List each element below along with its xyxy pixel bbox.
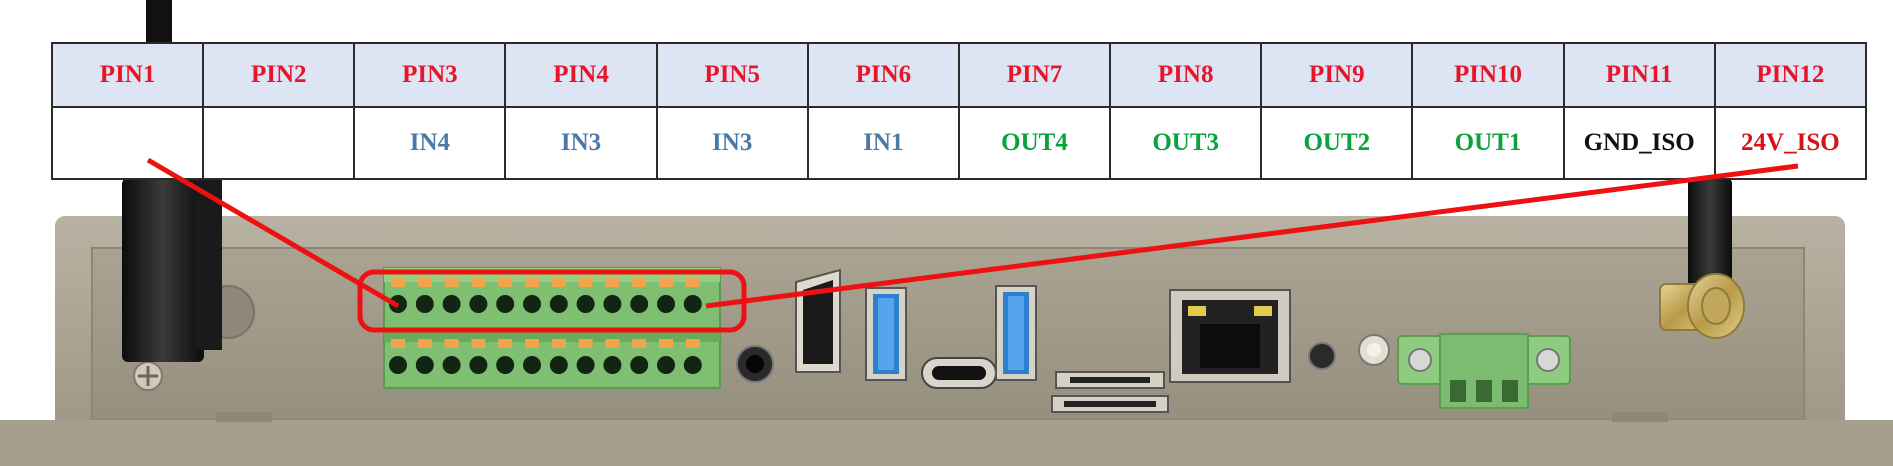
terminal-release-tab (551, 278, 566, 287)
terminal-pin-hole (496, 295, 515, 313)
terminal-release-tab (659, 339, 673, 348)
terminal-pin-hole (576, 295, 595, 313)
terminal-block (383, 267, 721, 389)
sim-slot (1055, 371, 1165, 389)
terminal-release-tab (417, 278, 432, 287)
terminal-release-tab (605, 339, 620, 348)
terminal-pin-hole (442, 295, 461, 313)
power-button (1358, 334, 1390, 366)
pin-header-row: PIN1 PIN2 PIN3 PIN4 PIN5 PIN6 PIN7 PIN8 … (50, 42, 1868, 108)
terminal-release-tab (551, 339, 566, 348)
led-indicator (1308, 342, 1336, 370)
terminal-pin-hole (496, 356, 515, 374)
pin-header-cell: PIN12 (1713, 42, 1868, 108)
terminal-release-tab (471, 278, 486, 287)
terminal-release-tab (444, 339, 459, 348)
terminal-pin-hole (415, 295, 434, 313)
pin-header-cell: PIN8 (1109, 42, 1263, 108)
terminal-release-tab (685, 339, 700, 348)
pin-header-cell: PIN5 (655, 42, 809, 108)
terminal-pin-hole (683, 295, 702, 313)
pin-function-cell: OUT1 (1411, 106, 1565, 180)
terminal-pin-hole (683, 356, 702, 374)
terminal-pin-hole (630, 295, 649, 313)
audio-jack (736, 345, 774, 383)
pin-function-cell: IN3 (655, 106, 809, 180)
terminal-pin-hole (469, 295, 488, 313)
terminal-release-tab (391, 339, 405, 348)
ethernet-port (1169, 289, 1291, 383)
terminal-release-tab (659, 278, 673, 287)
pin-header-cell: PIN7 (957, 42, 1112, 108)
terminal-release-tab (444, 278, 459, 287)
pin-function-cell: IN3 (504, 106, 658, 180)
terminal-pin-hole (415, 356, 434, 374)
terminal-pin-hole (523, 295, 541, 313)
terminal-release-tab (498, 339, 513, 348)
terminal-pin-hole (576, 356, 595, 374)
pin-function-cell: GND_ISO (1562, 106, 1716, 180)
terminal-pin-hole (442, 356, 461, 374)
screw-icon (133, 361, 163, 391)
pin-function-cell (50, 106, 205, 180)
terminal-pin-hole (389, 356, 407, 374)
pin-header-cell: PIN2 (202, 42, 356, 108)
pin-header-cell: PIN4 (504, 42, 658, 108)
pin-function-cell: OUT2 (1260, 106, 1414, 180)
terminal-pin-hole (603, 295, 622, 313)
terminal-pin-hole (549, 356, 568, 374)
pin-function-cell: IN1 (806, 106, 960, 180)
usb-c-port (921, 357, 997, 389)
hdmi-port (795, 268, 841, 373)
antenna-left-top (146, 0, 172, 46)
usb-a-port-1 (865, 287, 907, 381)
pin-function-cell: OUT3 (1109, 106, 1263, 180)
sd-slot (1051, 395, 1169, 413)
terminal-pin-hole (469, 356, 488, 374)
pin-header-cell: PIN11 (1562, 42, 1716, 108)
terminal-pin-hole (389, 295, 407, 313)
terminal-release-tab (525, 339, 539, 348)
terminal-release-tab (578, 278, 593, 287)
pin-function-cell: IN4 (353, 106, 507, 180)
terminal-release-tab (632, 278, 647, 287)
terminal-pin-hole (523, 356, 541, 374)
pin-header-cell: PIN9 (1260, 42, 1414, 108)
pin-function-cell (202, 106, 356, 180)
pin-header-cell: PIN6 (806, 42, 960, 108)
terminal-release-tab (498, 278, 513, 287)
pin-header-cell: PIN3 (353, 42, 507, 108)
pin-table: PIN1 PIN2 PIN3 PIN4 PIN5 PIN6 PIN7 PIN8 … (50, 42, 1868, 180)
terminal-pin-hole (657, 295, 675, 313)
terminal-pin-hole (549, 295, 568, 313)
usb-a-port-2 (995, 285, 1037, 381)
pinout-diagram: PIN1 PIN2 PIN3 PIN4 PIN5 PIN6 PIN7 PIN8 … (0, 0, 1893, 466)
terminal-release-tab (417, 339, 432, 348)
terminal-release-tab (685, 278, 700, 287)
pin-function-cell: 24V_ISO (1713, 106, 1868, 180)
terminal-release-tab (391, 278, 405, 287)
pin-function-row: IN4 IN3 IN3 IN1 OUT4 OUT3 OUT2 OUT1 GND_… (50, 106, 1868, 180)
terminal-pin-hole (630, 356, 649, 374)
pin-function-cell: OUT4 (957, 106, 1112, 180)
terminal-release-tab (578, 339, 593, 348)
pin-header-cell: PIN10 (1411, 42, 1565, 108)
terminal-release-tab (632, 339, 647, 348)
antenna-left-icon (122, 178, 222, 362)
terminal-release-tab (525, 278, 539, 287)
terminal-pin-hole (657, 356, 675, 374)
pin-header-cell: PIN1 (50, 42, 205, 108)
terminal-release-tab (471, 339, 486, 348)
terminal-pin-hole (603, 356, 622, 374)
chassis (0, 216, 1893, 466)
terminal-release-tab (605, 278, 620, 287)
